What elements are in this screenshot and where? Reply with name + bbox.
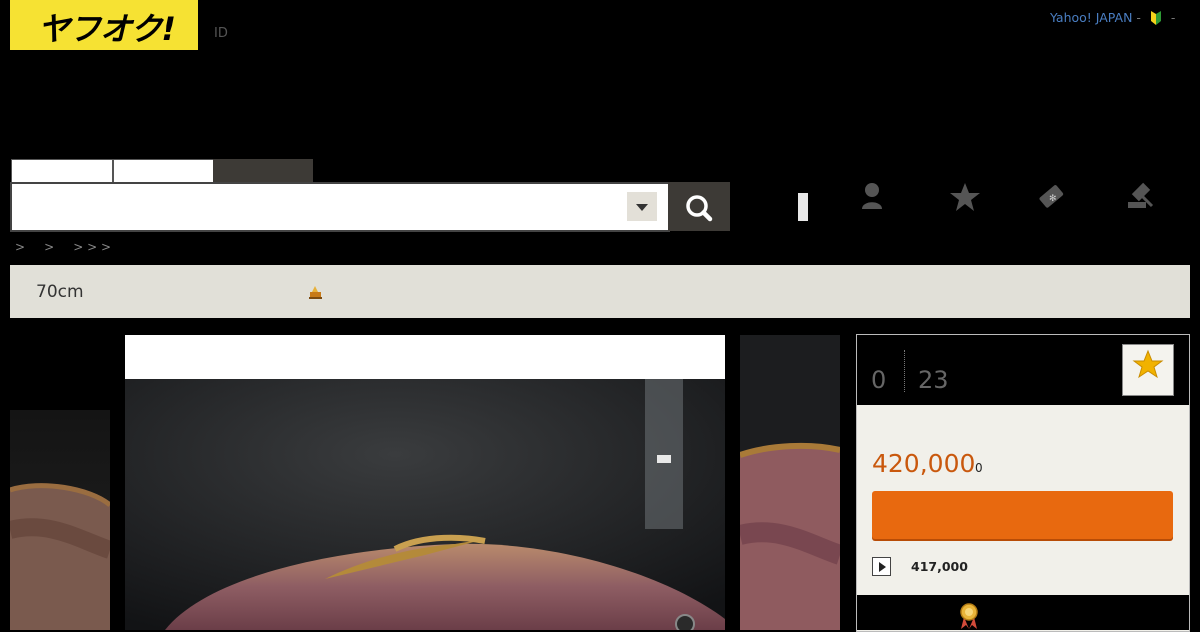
item-title-bar bbox=[10, 265, 1190, 318]
watchlist-star-icon[interactable] bbox=[947, 180, 983, 216]
bid-count: 0 bbox=[871, 366, 887, 394]
beginner-mark-icon[interactable] bbox=[1149, 11, 1163, 25]
current-price: 420,000 bbox=[872, 449, 976, 478]
yahoo-japan-bar: Yahoo! JAPAN - - bbox=[1050, 10, 1175, 25]
my-auction-user-icon[interactable] bbox=[854, 180, 890, 216]
buy-now-toggle-icon[interactable] bbox=[872, 557, 891, 576]
separator: - bbox=[1136, 10, 1141, 25]
search-input[interactable] bbox=[10, 182, 670, 232]
buy-now-price: 417,000 bbox=[911, 559, 968, 574]
coupon-tag-icon[interactable]: ✻ bbox=[1034, 180, 1070, 216]
main-photo-top-area bbox=[125, 335, 725, 379]
search-tab-2[interactable] bbox=[113, 159, 214, 183]
svg-text:✻: ✻ bbox=[1049, 194, 1057, 204]
item-title: 70cm bbox=[36, 282, 84, 302]
thumbnail-next[interactable] bbox=[740, 335, 840, 630]
divider bbox=[904, 350, 905, 392]
breadcrumb[interactable]: > > > > > bbox=[15, 240, 111, 254]
medal-icon bbox=[960, 603, 978, 629]
logo-text: ヤフオク! bbox=[38, 10, 176, 48]
nav-divider bbox=[798, 193, 808, 221]
thumbnail-previous[interactable] bbox=[10, 410, 110, 630]
search-tab-1[interactable] bbox=[11, 159, 113, 183]
id-link[interactable]: ID bbox=[214, 26, 228, 41]
bid-panel-footer bbox=[857, 595, 1189, 630]
search-icon bbox=[686, 195, 713, 222]
time-left: 23 bbox=[918, 366, 949, 394]
yahuoku-logo[interactable]: ヤフオク! bbox=[10, 0, 198, 50]
tax-amount: 0 bbox=[975, 461, 983, 475]
easy-payment-badge-icon bbox=[309, 286, 322, 299]
search-category-dropdown[interactable] bbox=[627, 192, 657, 221]
separator: - bbox=[1170, 10, 1176, 25]
bid-button[interactable] bbox=[872, 491, 1173, 539]
watch-button[interactable] bbox=[1122, 344, 1174, 396]
auction-gavel-icon[interactable] bbox=[1124, 180, 1160, 216]
main-item-photo[interactable] bbox=[125, 379, 725, 630]
search-button[interactable] bbox=[668, 182, 730, 231]
search-tab-3[interactable] bbox=[213, 159, 313, 182]
yahoo-japan-link[interactable]: Yahoo! JAPAN bbox=[1050, 10, 1132, 25]
star-icon bbox=[1132, 349, 1164, 379]
